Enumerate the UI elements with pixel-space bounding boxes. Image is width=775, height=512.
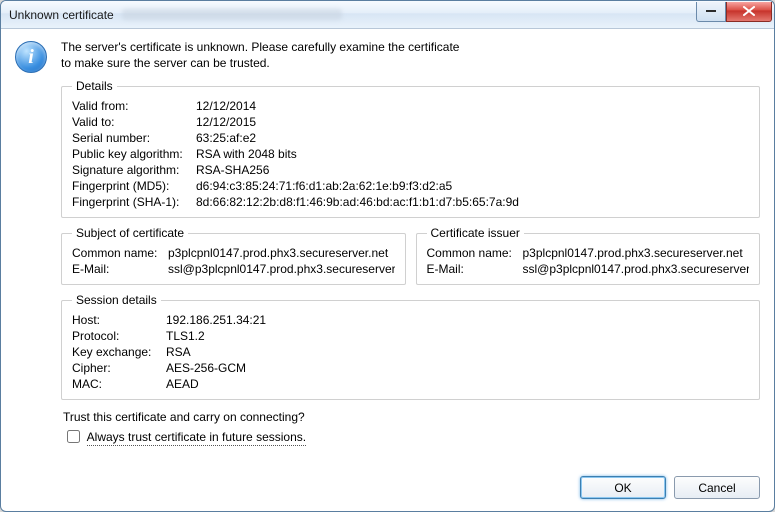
info-icon: i bbox=[15, 41, 47, 73]
always-trust-label[interactable]: Always trust certificate in future sessi… bbox=[87, 430, 306, 446]
close-button[interactable] bbox=[726, 2, 772, 22]
trust-section: Trust this certificate and carry on conn… bbox=[61, 410, 760, 446]
serial-value: 63:25:af:e2 bbox=[196, 131, 749, 145]
cancel-button[interactable]: Cancel bbox=[674, 476, 760, 499]
sig-label: Signature algorithm: bbox=[72, 163, 192, 177]
window-controls bbox=[696, 2, 772, 22]
minimize-icon bbox=[706, 10, 716, 12]
sha1-value: 8d:66:82:12:2b:d8:f1:46:9b:ad:46:bd:ac:f… bbox=[196, 195, 749, 209]
dialog-window: Unknown certificate i The server's certi… bbox=[0, 0, 775, 512]
intro-line2: to make sure the server can be trusted. bbox=[61, 55, 760, 71]
issuer-email-value: ssl@p3plcpnl0147.prod.phx3.secureserver.… bbox=[523, 262, 750, 276]
minimize-button[interactable] bbox=[696, 2, 726, 22]
button-bar: OK Cancel bbox=[1, 468, 774, 511]
trust-question: Trust this certificate and carry on conn… bbox=[63, 410, 760, 424]
titlebar[interactable]: Unknown certificate bbox=[1, 1, 774, 29]
valid-to-value: 12/12/2015 bbox=[196, 115, 749, 129]
cipher-value: AES-256-GCM bbox=[166, 361, 749, 375]
sha1-label: Fingerprint (SHA-1): bbox=[72, 195, 192, 209]
sig-value: RSA-SHA256 bbox=[196, 163, 749, 177]
kex-label: Key exchange: bbox=[72, 345, 162, 359]
subject-group: Subject of certificate Common name: p3pl… bbox=[61, 226, 406, 285]
intro-text: The server's certificate is unknown. Ple… bbox=[61, 39, 760, 71]
issuer-legend: Certificate issuer bbox=[427, 226, 524, 240]
serial-label: Serial number: bbox=[72, 131, 192, 145]
session-group: Session details Host: 192.186.251.34:21 … bbox=[61, 293, 760, 400]
always-trust-checkbox[interactable] bbox=[67, 430, 80, 443]
session-list: Host: 192.186.251.34:21 Protocol: TLS1.2… bbox=[72, 313, 749, 391]
proto-value: TLS1.2 bbox=[166, 329, 749, 343]
mac-value: AEAD bbox=[166, 377, 749, 391]
close-icon bbox=[743, 6, 755, 16]
window-title: Unknown certificate bbox=[9, 8, 114, 22]
ok-button[interactable]: OK bbox=[580, 476, 666, 499]
valid-from-label: Valid from: bbox=[72, 99, 192, 113]
issuer-cn-value: p3plcpnl0147.prod.phx3.secureserver.net bbox=[523, 246, 750, 260]
md5-value: d6:94:c3:85:24:71:f6:d1:ab:2a:62:1e:b9:f… bbox=[196, 179, 749, 193]
issuer-group: Certificate issuer Common name: p3plcpnl… bbox=[416, 226, 761, 285]
details-list: Valid from: 12/12/2014 Valid to: 12/12/2… bbox=[72, 99, 749, 209]
titlebar-obscured-text bbox=[122, 9, 342, 20]
details-legend: Details bbox=[72, 79, 117, 93]
pubkey-label: Public key algorithm: bbox=[72, 147, 192, 161]
kex-value: RSA bbox=[166, 345, 749, 359]
issuer-email-label: E-Mail: bbox=[427, 262, 519, 276]
intro-line1: The server's certificate is unknown. Ple… bbox=[61, 39, 760, 55]
md5-label: Fingerprint (MD5): bbox=[72, 179, 192, 193]
pubkey-value: RSA with 2048 bits bbox=[196, 147, 749, 161]
details-group: Details Valid from: 12/12/2014 Valid to:… bbox=[61, 79, 760, 218]
proto-label: Protocol: bbox=[72, 329, 162, 343]
subject-cn-value: p3plcpnl0147.prod.phx3.secureserver.net bbox=[168, 246, 395, 260]
subject-email-value: ssl@p3plcpnl0147.prod.phx3.secureserver.… bbox=[168, 262, 395, 276]
subject-list: Common name: p3plcpnl0147.prod.phx3.secu… bbox=[72, 246, 395, 276]
mac-label: MAC: bbox=[72, 377, 162, 391]
trust-checkbox-row: Always trust certificate in future sessi… bbox=[63, 427, 760, 446]
icon-column: i bbox=[15, 39, 51, 462]
host-label: Host: bbox=[72, 313, 162, 327]
subject-email-label: E-Mail: bbox=[72, 262, 164, 276]
subject-legend: Subject of certificate bbox=[72, 226, 188, 240]
host-value: 192.186.251.34:21 bbox=[166, 313, 749, 327]
issuer-cn-label: Common name: bbox=[427, 246, 519, 260]
valid-from-value: 12/12/2014 bbox=[196, 99, 749, 113]
session-legend: Session details bbox=[72, 293, 161, 307]
subject-issuer-row: Subject of certificate Common name: p3pl… bbox=[61, 226, 760, 293]
valid-to-label: Valid to: bbox=[72, 115, 192, 129]
dialog-content: i The server's certificate is unknown. P… bbox=[1, 29, 774, 468]
body-column: The server's certificate is unknown. Ple… bbox=[61, 39, 760, 462]
subject-cn-label: Common name: bbox=[72, 246, 164, 260]
issuer-list: Common name: p3plcpnl0147.prod.phx3.secu… bbox=[427, 246, 750, 276]
cipher-label: Cipher: bbox=[72, 361, 162, 375]
